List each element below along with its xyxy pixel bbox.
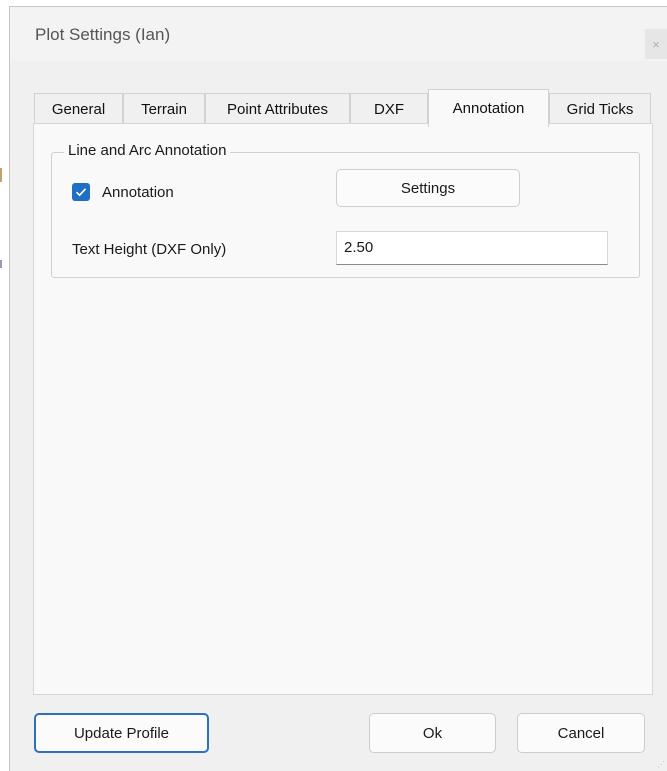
cancel-label: Cancel <box>557 724 605 742</box>
cancel-button[interactable]: Cancel <box>517 713 645 753</box>
tab-dxf[interactable]: DXF <box>350 93 428 125</box>
tab-label: DXF <box>374 101 404 118</box>
text-height-input[interactable]: 2.50 <box>336 231 608 265</box>
ok-button[interactable]: Ok <box>369 713 496 753</box>
annotation-checkbox-label[interactable]: Annotation <box>102 184 174 201</box>
tab-label: Point Attributes <box>227 101 328 118</box>
text-height-label: Text Height (DXF Only) <box>72 241 227 258</box>
resize-grip-icon[interactable]: ⋰ <box>657 760 665 769</box>
annotation-tab-panel: Line and Arc Annotation Annotation Setti… <box>33 123 653 695</box>
tab-label: General <box>51 101 106 118</box>
close-button[interactable]: × <box>645 29 667 59</box>
window-title: Plot Settings (Ian) <box>35 25 171 44</box>
tab-general[interactable]: General <box>34 93 123 125</box>
tab-label: Annotation <box>452 100 525 117</box>
edge-artifact <box>0 168 2 182</box>
group-legend: Line and Arc Annotation <box>64 142 231 159</box>
tab-grid-ticks[interactable]: Grid Ticks <box>549 93 651 125</box>
tab-point-attributes[interactable]: Point Attributes <box>205 93 350 125</box>
tab-annotation[interactable]: Annotation <box>428 89 549 127</box>
update-profile-button[interactable]: Update Profile <box>34 713 209 753</box>
title-bar: Plot Settings (Ian) × <box>10 7 667 61</box>
annotation-checkbox[interactable] <box>72 183 90 201</box>
plot-settings-dialog: Plot Settings (Ian) × General Terrain Po… <box>9 6 667 771</box>
ok-label: Ok <box>422 724 443 742</box>
tab-label: Terrain <box>141 101 187 118</box>
checkmark-icon <box>75 188 87 197</box>
settings-button-label: Settings <box>400 179 456 197</box>
tab-terrain[interactable]: Terrain <box>123 93 205 125</box>
tab-strip: General Terrain Point Attributes DXF Ann… <box>34 89 654 127</box>
close-icon: × <box>652 36 660 52</box>
tab-label: Grid Ticks <box>566 101 634 118</box>
line-arc-annotation-group: Line and Arc Annotation Annotation Setti… <box>51 142 640 278</box>
text-height-value: 2.50 <box>344 239 374 256</box>
edge-artifact <box>0 260 2 268</box>
settings-button[interactable]: Settings <box>336 169 520 207</box>
update-profile-label: Update Profile <box>73 724 170 742</box>
